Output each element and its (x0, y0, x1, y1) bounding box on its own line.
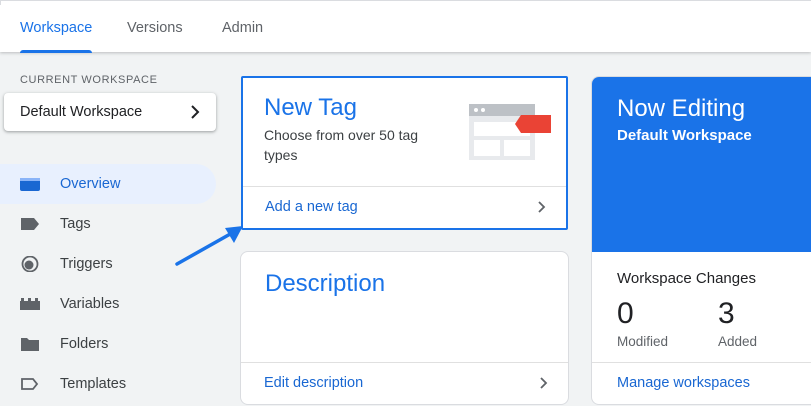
manage-workspaces-label: Manage workspaces (617, 375, 750, 391)
template-icon (21, 378, 39, 390)
now-editing-workspace: Default Workspace (617, 127, 752, 144)
tab-workspace[interactable]: Workspace (20, 1, 93, 53)
sidebar-item-label: Templates (60, 376, 127, 392)
modified-label: Modified (617, 334, 669, 349)
chevron-right-icon (191, 105, 200, 119)
variables-icon (20, 298, 40, 310)
description-card: Description Edit description (240, 251, 569, 405)
add-new-tag-link[interactable]: Add a new tag (243, 186, 566, 228)
workspace-changes-title: Workspace Changes (617, 270, 756, 287)
sidebar-item-templates[interactable]: Templates (0, 364, 216, 404)
added-count: 3 (718, 297, 735, 330)
description-title: Description (265, 270, 386, 297)
edit-description-link[interactable]: Edit description (241, 362, 568, 404)
sidebar-item-label: Tags (60, 216, 91, 232)
added-label: Added (718, 334, 758, 349)
overview-icon (20, 178, 40, 191)
sidebar-item-label: Overview (60, 176, 121, 192)
folder-icon (21, 338, 39, 351)
tag-illustration-icon (469, 104, 551, 160)
arrow-annotation-icon (175, 226, 243, 266)
now-editing-card: Now Editing Default Workspace Workspace … (591, 76, 811, 405)
add-new-tag-label: Add a new tag (265, 199, 358, 215)
new-tag-card[interactable]: New Tag Choose from over 50 tag types Ad… (241, 76, 568, 230)
workspace-name: Default Workspace (20, 104, 143, 120)
new-tag-subtitle: Choose from over 50 tag types (264, 127, 419, 163)
tab-admin[interactable]: Admin (222, 1, 263, 53)
sidebar-item-overview[interactable]: Overview (0, 164, 216, 204)
chevron-right-icon (540, 377, 548, 389)
now-editing-header: Now Editing Default Workspace (592, 77, 811, 252)
modified-count: 0 (617, 297, 634, 330)
sidebar-item-label: Folders (60, 336, 109, 352)
trigger-icon (21, 256, 39, 272)
top-tab-bar: Workspace Versions Admin (0, 0, 811, 53)
now-editing-title: Now Editing (617, 95, 746, 122)
manage-workspaces-link[interactable]: Manage workspaces (592, 362, 811, 404)
edit-description-label: Edit description (264, 375, 364, 391)
workspace-selector[interactable]: Default Workspace (4, 93, 216, 131)
sidebar-item-label: Triggers (60, 256, 113, 272)
tab-versions[interactable]: Versions (127, 1, 183, 53)
tag-icon (21, 218, 39, 230)
sidebar-item-folders[interactable]: Folders (0, 324, 216, 364)
current-workspace-label: CURRENT WORKSPACE (20, 74, 158, 86)
sidebar-item-variables[interactable]: Variables (0, 284, 216, 324)
divider (0, 1, 1, 5)
new-tag-title: New Tag (264, 94, 357, 121)
chevron-right-icon (538, 201, 546, 213)
sidebar-item-label: Variables (60, 296, 120, 312)
